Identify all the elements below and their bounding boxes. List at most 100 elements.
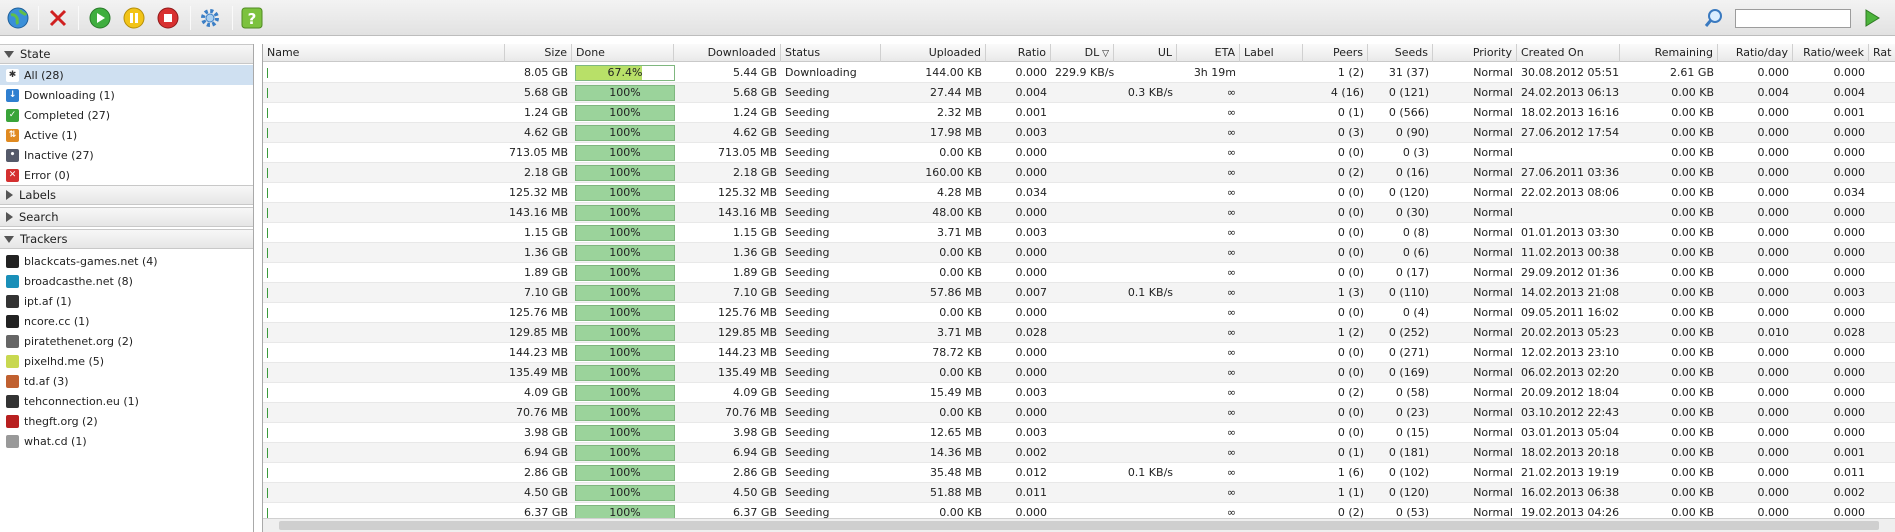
stop-icon[interactable] (154, 4, 182, 32)
table-row[interactable]: 7.10 GB 100% 7.10 GB Seeding 57.86 MB 0.007 0.… (263, 283, 1895, 303)
trackers-section-header[interactable]: Trackers (0, 229, 253, 249)
column-header-remaining[interactable]: Remaining (1620, 44, 1718, 62)
globe-icon[interactable] (4, 4, 32, 32)
table-row[interactable]: 4.09 GB 100% 4.09 GB Seeding 15.49 MB 0.003 ∞ 0… (263, 383, 1895, 403)
go-icon[interactable] (1858, 4, 1886, 32)
column-header-peers[interactable]: Peers (1303, 44, 1368, 62)
priority-cell: Normal (1473, 326, 1513, 339)
tracker-label: pixelhd.me (5) (24, 354, 105, 368)
created-cell (1517, 203, 1620, 223)
peers-cell: 0 (2) (1337, 166, 1364, 179)
downloaded-cell: 7.10 GB (732, 286, 777, 299)
remaining-cell: 0.00 KB (1671, 406, 1714, 419)
column-header-uploaded[interactable]: Uploaded (881, 44, 986, 62)
tracker-item[interactable]: blackcats-games.net (4) (0, 251, 253, 271)
table-row[interactable]: 3.98 GB 100% 3.98 GB Seeding 12.65 MB 0.003 ∞ 0… (263, 423, 1895, 443)
state-item[interactable]: ✓ Completed (27) (0, 105, 253, 125)
search-input[interactable] (1735, 9, 1851, 28)
remaining-cell: 0.00 KB (1671, 346, 1714, 359)
table-row[interactable]: 125.76 MB 100% 125.76 MB Seeding 0.00 KB 0.00… (263, 303, 1895, 323)
table-row[interactable]: 2.86 GB 100% 2.86 GB Seeding 35.48 MB 0.012 0.… (263, 463, 1895, 483)
tracker-favicon-icon (6, 354, 19, 368)
table-row[interactable]: 4.62 GB 100% 4.62 GB Seeding 17.98 MB 0.003 ∞ 0… (263, 123, 1895, 143)
column-header-downloaded[interactable]: Downloaded (674, 44, 781, 62)
column-header-rweek[interactable]: Ratio/week (1793, 44, 1869, 62)
table-row[interactable]: 6.94 GB 100% 6.94 GB Seeding 14.36 MB 0.002 ∞ 0… (263, 443, 1895, 463)
state-item[interactable]: ↓ Downloading (1) (0, 85, 253, 105)
column-header-priority[interactable]: Priority (1433, 44, 1517, 62)
column-header-label[interactable]: Label (1240, 44, 1303, 62)
search-section-header[interactable]: Search (0, 207, 253, 227)
tracker-item[interactable]: broadcasthe.net (8) (0, 271, 253, 291)
scrollbar-thumb[interactable] (279, 521, 1879, 530)
state-item[interactable]: ✕ Error (0) (0, 165, 253, 185)
help-icon[interactable]: ? (238, 4, 266, 32)
table-row[interactable]: 70.76 MB 100% 70.76 MB Seeding 0.00 KB 0.000 ∞… (263, 403, 1895, 423)
preferences-icon[interactable] (196, 4, 224, 32)
tracker-item[interactable]: ncore.cc (1) (0, 311, 253, 331)
pause-icon[interactable] (120, 4, 148, 32)
size-cell: 125.32 MB (509, 186, 569, 199)
labels-section-header[interactable]: Labels (0, 185, 253, 205)
tracker-item[interactable]: thegft.org (2) (0, 411, 253, 431)
column-header-dl[interactable]: DL ▽ (1051, 44, 1114, 62)
seeds-cell: 0 (252) (1388, 326, 1429, 339)
eta-cell: ∞ (1226, 126, 1236, 139)
table-row[interactable]: 1.36 GB 100% 1.36 GB Seeding 0.00 KB 0.000 ∞ 0 … (263, 243, 1895, 263)
state-section-header[interactable]: State (0, 44, 253, 64)
column-header-ul[interactable]: UL (1114, 44, 1177, 62)
column-header-rat[interactable]: Rat (1869, 44, 1895, 62)
state-item[interactable]: • Inactive (27) (0, 145, 253, 165)
column-header-created[interactable]: Created On (1517, 44, 1620, 62)
search-icon[interactable] (1700, 4, 1728, 32)
status-cell: Seeding (785, 406, 830, 419)
size-cell: 2.18 GB (523, 166, 568, 179)
sort-descending-icon: ▽ (1099, 49, 1109, 59)
table-row[interactable]: 1.89 GB 100% 1.89 GB Seeding 0.00 KB 0.000 ∞ 0 … (263, 263, 1895, 283)
tracker-item[interactable]: what.cd (1) (0, 431, 253, 451)
eta-cell: ∞ (1226, 406, 1236, 419)
column-header-done[interactable]: Done (572, 44, 674, 62)
size-cell: 5.68 GB (523, 86, 568, 99)
remove-icon[interactable] (44, 4, 72, 32)
table-row[interactable]: 135.49 MB 100% 135.49 MB Seeding 0.00 KB 0.00… (263, 363, 1895, 383)
ratio-cell: 0.000 (1015, 206, 1048, 219)
table-row[interactable]: 125.32 MB 100% 125.32 MB Seeding 4.28 MB 0.03… (263, 183, 1895, 203)
tracker-label: tehconnection.eu (1) (24, 394, 139, 408)
downloaded-cell: 2.18 GB (732, 166, 777, 179)
column-header-seeds[interactable]: Seeds (1368, 44, 1433, 62)
table-row[interactable]: 143.16 MB 100% 143.16 MB Seeding 48.00 KB 0.0… (263, 203, 1895, 223)
table-row[interactable]: 129.85 MB 100% 129.85 MB Seeding 3.71 MB 0.02… (263, 323, 1895, 343)
dl-cell (1051, 463, 1114, 483)
progress-bar: 67.4% (575, 65, 675, 81)
table-row[interactable]: 8.05 GB 67.4% 5.44 GB Downloading 144.00 KB 0… (263, 63, 1895, 83)
progress-bar: 100% (575, 265, 675, 281)
table-row[interactable]: 144.23 MB 100% 144.23 MB Seeding 78.72 KB 0.0… (263, 343, 1895, 363)
state-item[interactable]: ⇅ Active (1) (0, 125, 253, 145)
start-icon[interactable] (86, 4, 114, 32)
column-header-name[interactable]: Name (263, 44, 505, 62)
seeds-cell: 0 (3) (1402, 146, 1429, 159)
column-header-rday[interactable]: Ratio/day (1718, 44, 1793, 62)
table-row[interactable]: 1.15 GB 100% 1.15 GB Seeding 3.71 MB 0.003 ∞ 0 … (263, 223, 1895, 243)
state-item[interactable]: ✱ All (28) (0, 65, 253, 85)
table-row[interactable]: 1.24 GB 100% 1.24 GB Seeding 2.32 MB 0.001 ∞ 0 … (263, 103, 1895, 123)
table-row[interactable]: 713.05 MB 100% 713.05 MB Seeding 0.00 KB 0.00… (263, 143, 1895, 163)
downloaded-cell: 129.85 MB (717, 326, 777, 339)
table-row[interactable]: 4.50 GB 100% 4.50 GB Seeding 51.88 MB 0.011 ∞ 1… (263, 483, 1895, 503)
column-header-ratio[interactable]: Ratio (986, 44, 1051, 62)
table-row[interactable]: 2.18 GB 100% 2.18 GB Seeding 160.00 KB 0.000 ∞… (263, 163, 1895, 183)
table-row[interactable]: 5.68 GB 100% 5.68 GB Seeding 27.44 MB 0.004 0.… (263, 83, 1895, 103)
column-header-size[interactable]: Size (505, 44, 572, 62)
column-header-eta[interactable]: ETA (1177, 44, 1240, 62)
tracker-item[interactable]: pixelhd.me (5) (0, 351, 253, 371)
horizontal-scrollbar[interactable] (263, 518, 1895, 532)
peers-cell: 0 (0) (1337, 366, 1364, 379)
eta-cell: ∞ (1226, 286, 1236, 299)
column-header-status[interactable]: Status (781, 44, 881, 62)
tracker-item[interactable]: tehconnection.eu (1) (0, 391, 253, 411)
seeds-cell: 0 (120) (1388, 186, 1429, 199)
tracker-item[interactable]: ipt.af (1) (0, 291, 253, 311)
tracker-item[interactable]: piratethenet.org (2) (0, 331, 253, 351)
tracker-item[interactable]: td.af (3) (0, 371, 253, 391)
